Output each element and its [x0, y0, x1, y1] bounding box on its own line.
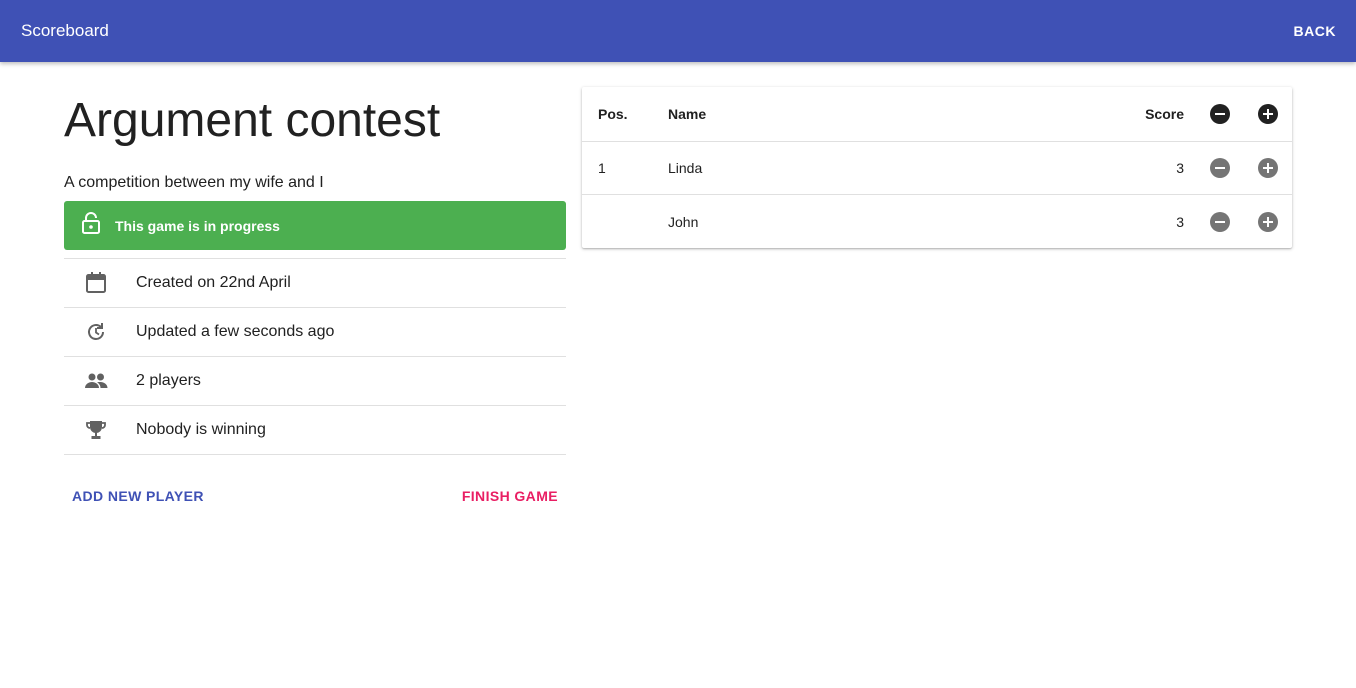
table-header: Pos. Name Score: [582, 87, 1292, 142]
status-banner: This game is in progress: [64, 201, 566, 250]
created-date: Created on 22nd April: [136, 274, 291, 291]
header-name: Name: [668, 106, 707, 122]
history-icon: [64, 321, 136, 343]
finish-game-button[interactable]: FINISH GAME: [462, 488, 558, 504]
table-row: John 3: [582, 195, 1292, 248]
game-details: Argument contest A competition between m…: [64, 62, 566, 504]
header-pos: Pos.: [598, 106, 628, 122]
table-row: 1 Linda 3: [582, 142, 1292, 195]
list-item: Created on 22nd April: [64, 259, 566, 308]
action-bar: ADD NEW PLAYER FINISH GAME: [64, 488, 566, 504]
increment-score-icon[interactable]: [1258, 158, 1278, 178]
add-player-button[interactable]: ADD NEW PLAYER: [72, 488, 204, 504]
trophy-icon: [64, 419, 136, 441]
increment-score-icon[interactable]: [1258, 211, 1278, 232]
player-position: 1: [598, 160, 606, 176]
winner-status: Nobody is winning: [136, 421, 266, 438]
updated-time: Updated a few seconds ago: [136, 323, 335, 340]
player-score: 3: [1176, 213, 1184, 230]
people-icon: [64, 370, 136, 392]
scoreboard-table: Pos. Name Score 1 Linda 3 John 3: [582, 87, 1292, 248]
decrement-score-icon[interactable]: [1210, 158, 1230, 178]
status-text: This game is in progress: [115, 217, 280, 234]
info-list: Created on 22nd April Updated a few seco…: [64, 258, 566, 455]
player-name: John: [668, 213, 699, 230]
game-description: A competition between my wife and I: [64, 174, 324, 191]
app-bar: Scoreboard BACK: [0, 0, 1356, 62]
increment-all-icon[interactable]: [1258, 104, 1278, 124]
decrement-all-icon[interactable]: [1210, 104, 1230, 124]
list-item: Updated a few seconds ago: [64, 308, 566, 357]
app-title: Scoreboard: [21, 21, 109, 40]
list-item: 2 players: [64, 357, 566, 406]
decrement-score-icon[interactable]: [1210, 211, 1230, 232]
back-button[interactable]: BACK: [1294, 17, 1336, 45]
lock-open-icon: [81, 211, 101, 240]
calendar-icon: [64, 272, 136, 294]
player-score: 3: [1176, 160, 1184, 176]
list-item: Nobody is winning: [64, 406, 566, 455]
header-score: Score: [1145, 106, 1184, 122]
player-count: 2 players: [136, 372, 201, 389]
player-name: Linda: [668, 160, 703, 176]
page-title: Argument contest: [64, 94, 441, 147]
